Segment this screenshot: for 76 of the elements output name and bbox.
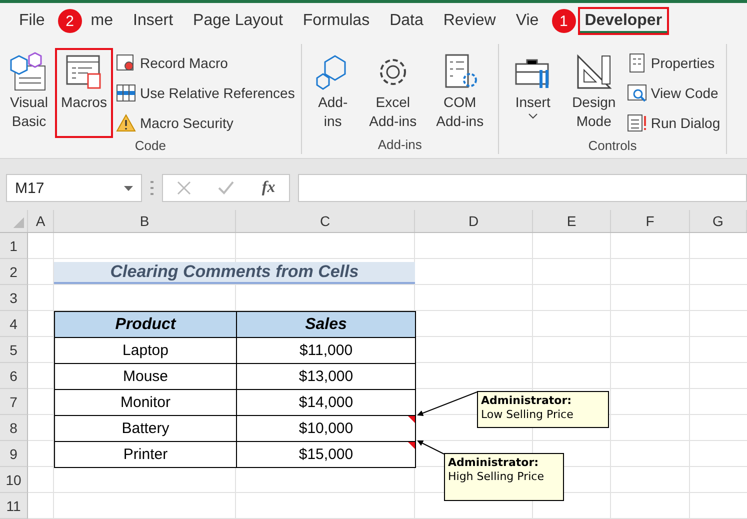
row-header[interactable]: 4: [0, 311, 28, 337]
ribbon-button[interactable]: Design Mode: [564, 48, 624, 138]
ribbon-button[interactable]: View Code: [626, 78, 720, 108]
insert-function-button[interactable]: fx: [262, 179, 276, 198]
comment-text: High Selling Price: [448, 470, 545, 483]
comment-author: Administrator:: [481, 394, 573, 407]
row-header[interactable]: 10: [0, 467, 28, 493]
row-header[interactable]: 5: [0, 337, 28, 363]
column-header[interactable]: A: [28, 210, 54, 232]
formula-input[interactable]: [298, 174, 747, 202]
row-header[interactable]: 8: [0, 415, 28, 441]
table-cell: Laptop: [54, 337, 237, 364]
grip-icon: [150, 180, 154, 196]
group-label: Add-ins: [376, 136, 423, 154]
ribbon-button[interactable]: Record Macro: [116, 48, 295, 78]
row-header[interactable]: 9: [0, 441, 28, 467]
chevron-icon: [528, 112, 538, 119]
ribbon-button[interactable]: Add-ins: [308, 48, 358, 137]
ribbon-tab[interactable]: Formulas: [296, 7, 377, 36]
comment-author: Administrator:: [448, 456, 540, 469]
column-heading: Sales: [236, 311, 416, 338]
ribbon-tab[interactable]: Developer: [578, 7, 670, 36]
properties-icon: [626, 52, 647, 73]
ribbon-tab[interactable]: Vie: [508, 7, 546, 36]
dialog-icon: [626, 112, 647, 133]
ribbon-tab[interactable]: Data: [382, 7, 430, 36]
table-cell: Battery: [54, 415, 237, 442]
row-header[interactable]: 11: [0, 493, 28, 519]
column-header[interactable]: C: [236, 210, 415, 232]
ribbon-button[interactable]: Properties: [626, 48, 720, 78]
step-badge: 1: [552, 9, 576, 34]
table-cell: Monitor: [54, 389, 237, 416]
row-header[interactable]: 1: [0, 233, 28, 259]
row-header[interactable]: 3: [0, 285, 28, 311]
cancel-icon[interactable]: [176, 181, 191, 196]
table-cell: $15,000: [236, 441, 416, 468]
group-label: Code: [134, 138, 167, 155]
enter-icon[interactable]: [218, 181, 234, 196]
ribbon-button[interactable]: COM Add-ins: [428, 48, 492, 137]
record-icon: [116, 52, 136, 73]
column-heading: Product: [54, 311, 237, 338]
table-cell: $14,000: [236, 389, 416, 416]
ribbon-tab[interactable]: Page Layout: [186, 7, 290, 36]
group-label: Controls: [587, 138, 638, 155]
ribbon-button[interactable]: Use Relative References: [116, 78, 295, 108]
row-header[interactable]: 7: [0, 389, 28, 415]
comment-text: Low Selling Price: [481, 408, 574, 421]
table-cell: $13,000: [236, 363, 416, 390]
table-cell: Mouse: [54, 363, 237, 390]
name-box[interactable]: M17: [6, 174, 142, 202]
ribbon-button[interactable]: Macro Security: [116, 108, 295, 138]
ribbon-button[interactable]: Run Dialog: [626, 108, 720, 138]
ribbon-tab[interactable]: Insert: [126, 7, 180, 36]
ribbon-button[interactable]: Macros: [55, 48, 113, 138]
ribbon-tab[interactable]: Review: [436, 7, 503, 36]
column-header[interactable]: E: [533, 210, 611, 232]
sheet-title: Clearing Comments from Cells: [54, 262, 415, 284]
view-code-icon: [626, 82, 647, 103]
row-header[interactable]: 6: [0, 363, 28, 389]
ribbon-button[interactable]: Excel Add-ins: [360, 48, 425, 137]
ribbon-tab[interactable]: me: [84, 7, 120, 36]
column-header[interactable]: D: [415, 210, 533, 232]
table-cell: $11,000: [236, 337, 416, 364]
table-cell: $10,000: [236, 415, 416, 442]
column-header[interactable]: G: [690, 210, 747, 232]
row-header[interactable]: 2: [0, 259, 28, 285]
column-header[interactable]: B: [54, 210, 236, 232]
ribbon-button[interactable]: Insert: [504, 48, 561, 138]
ribbon-tab[interactable]: File: [12, 7, 52, 36]
ribbon-button[interactable]: Visual Basic: [6, 48, 52, 138]
grid-icon: [116, 82, 136, 103]
warning-icon: [116, 112, 136, 133]
step-badge: 2: [58, 9, 82, 34]
table-cell: Printer: [54, 441, 237, 468]
column-header[interactable]: F: [611, 210, 690, 232]
dropdown-icon: [124, 186, 133, 191]
